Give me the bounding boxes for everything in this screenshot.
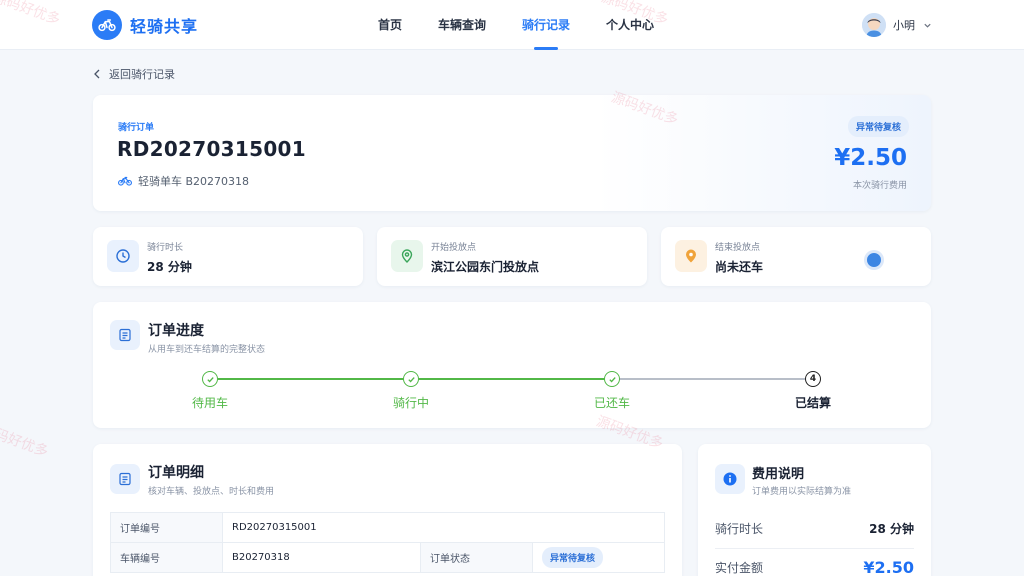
table-row: 车辆编号 B20270318 订单状态 异常待复核	[110, 542, 665, 573]
main-nav: 首页 车辆查询 骑行记录 个人中心	[360, 0, 672, 50]
start-point-card: 开始投放点 滨江公园东门投放点	[377, 227, 647, 286]
order-no-value: RD20270315001	[222, 512, 665, 543]
start-point-value: 滨江公园东门投放点	[431, 260, 540, 274]
progress-subtitle: 从用车到还车结算的完整状态	[148, 345, 266, 355]
duration-value: 28 分钟	[147, 260, 192, 274]
nav-vehicle-search[interactable]: 车辆查询	[420, 0, 504, 50]
chevron-down-icon	[924, 23, 931, 28]
step-3-label: 已还车	[593, 396, 630, 410]
fee-paid-label: 实付金额	[715, 561, 764, 575]
duration-card: 骑行时长 28 分钟	[93, 227, 363, 286]
bicycle-icon	[118, 176, 132, 186]
location-pin-icon	[391, 240, 423, 272]
fee-paid-value: ¥2.50	[863, 558, 914, 576]
avatar	[862, 13, 886, 37]
step-3-check-icon	[604, 371, 620, 387]
status-badge: 异常待复核	[542, 547, 604, 568]
duration-label: 骑行时长	[147, 243, 184, 253]
order-status-label: 订单状态	[420, 542, 533, 573]
fee-duration-value: 28 分钟	[869, 522, 914, 536]
brand[interactable]: 轻骑共享	[92, 10, 198, 40]
nav-home[interactable]: 首页	[360, 0, 420, 50]
back-link[interactable]: 返回骑行记录	[93, 66, 175, 82]
user-menu[interactable]: 小明	[862, 13, 932, 37]
clock-icon	[107, 240, 139, 272]
step-1-check-icon	[202, 371, 218, 387]
chevron-left-icon	[94, 69, 100, 79]
nav-ride-records[interactable]: 骑行记录	[504, 0, 588, 50]
order-progress-card: 订单进度 从用车到还车结算的完整状态 4 待用车 骑行中 已还车 已结算	[93, 302, 931, 428]
info-icon	[715, 464, 745, 494]
step-2-label: 骑行中	[392, 396, 429, 410]
order-amount-label: 本次骑行费用	[852, 181, 907, 191]
bicycle-logo-icon	[92, 10, 122, 40]
vehicle-no-label: 车辆编号	[110, 542, 223, 573]
step-4-label: 已结算	[794, 396, 831, 410]
order-detail-card: 订单明细 核对车辆、投放点、时长和费用 订单编号 RD20270315001 车…	[93, 444, 682, 576]
bike-info: 轻骑单车 B20270318	[118, 173, 249, 189]
user-name: 小明	[893, 19, 915, 32]
vehicle-no-value: B20270318	[222, 542, 421, 573]
fee-paid-row: 实付金额 ¥2.50	[715, 558, 914, 576]
document-icon	[110, 464, 140, 494]
detail-subtitle: 核对车辆、投放点、时长和费用	[148, 487, 275, 497]
order-id: RD20270315001	[117, 137, 306, 161]
divider	[715, 548, 914, 549]
fee-title: 费用说明	[752, 467, 805, 482]
table-row: 订单编号 RD20270315001	[110, 512, 665, 543]
step-1-label: 待用车	[191, 396, 228, 410]
end-point-value: 尚未还车	[715, 260, 764, 274]
location-pin-icon	[675, 240, 707, 272]
brand-name: 轻骑共享	[130, 17, 199, 36]
fee-duration-row: 骑行时长 28 分钟	[715, 520, 914, 537]
order-status-cell: 异常待复核	[532, 542, 665, 573]
status-dot	[867, 253, 881, 267]
back-label: 返回骑行记录	[109, 68, 175, 81]
fee-explanation-card: 费用说明 订单费用以实际结算为准 骑行时长 28 分钟 实付金额 ¥2.50	[698, 444, 931, 576]
top-navbar: 轻骑共享 首页 车辆查询 骑行记录 个人中心 小明	[0, 0, 1024, 50]
order-label: 骑行订单	[118, 123, 155, 133]
progress-title: 订单进度	[148, 323, 204, 339]
watermark: 源码好优多	[0, 421, 51, 461]
document-icon	[110, 320, 140, 350]
fee-duration-label: 骑行时长	[715, 522, 764, 536]
progress-line-pending	[609, 378, 815, 380]
step-2-check-icon	[403, 371, 419, 387]
order-no-label: 订单编号	[110, 512, 223, 543]
end-point-card: 结束投放点 尚未还车	[661, 227, 931, 286]
detail-table: 订单编号 RD20270315001 车辆编号 B20270318 订单状态 异…	[110, 512, 665, 573]
end-point-label: 结束投放点	[715, 243, 761, 253]
order-amount: ¥2.50	[834, 145, 907, 171]
order-summary-card: 骑行订单 RD20270315001 轻骑单车 B20270318 异常待复核 …	[93, 95, 931, 211]
status-badge: 异常待复核	[847, 116, 909, 137]
start-point-label: 开始投放点	[431, 243, 477, 253]
nav-personal-center[interactable]: 个人中心	[588, 0, 672, 50]
bike-label: 轻骑单车 B20270318	[138, 175, 250, 188]
step-4-number: 4	[805, 371, 821, 387]
detail-title: 订单明细	[148, 465, 204, 481]
fee-subtitle: 订单费用以实际结算为准	[752, 487, 852, 497]
